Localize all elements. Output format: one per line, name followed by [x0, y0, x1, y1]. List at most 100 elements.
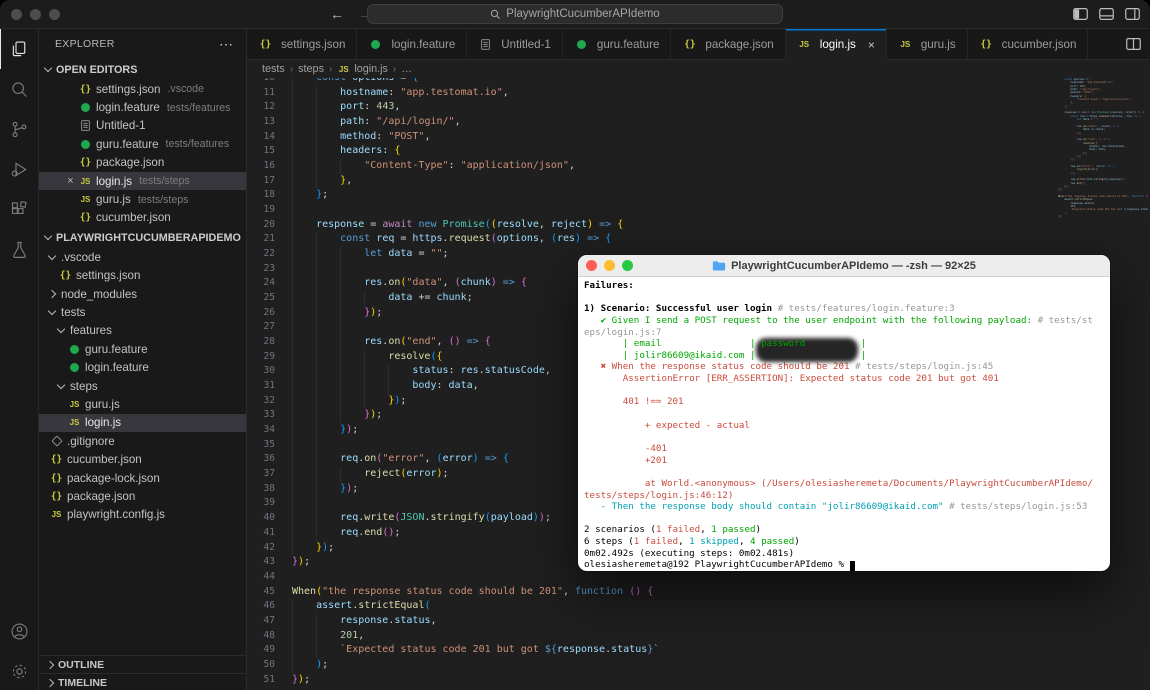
- tree-item-guru.js[interactable]: JSguru.js: [39, 395, 246, 413]
- indent-guide: [292, 438, 316, 453]
- close-window-button[interactable]: [11, 9, 22, 20]
- settings-gear-icon[interactable]: [0, 651, 38, 690]
- tree-item-features[interactable]: features: [39, 322, 246, 340]
- breadcrumb-separator: ›: [329, 64, 332, 75]
- cucumber-icon: [67, 363, 82, 372]
- breadcrumb-item-login.js[interactable]: JSlogin.js: [337, 63, 388, 75]
- source-control-icon[interactable]: [0, 109, 38, 149]
- workspace-root-header[interactable]: PLAYWRIGHTCUCUMBERAPIDEMO: [39, 227, 246, 248]
- line-number: 28: [247, 335, 275, 350]
- tree-item-login.js[interactable]: JSlogin.js: [39, 414, 246, 432]
- open-editor-guru.js[interactable]: JSguru.jstests/steps: [39, 190, 246, 208]
- tree-item-.vscode[interactable]: .vscode: [39, 248, 246, 266]
- open-editor-cucumber.json[interactable]: {}cucumber.json: [39, 209, 246, 227]
- tree-item-login.feature[interactable]: login.feature: [39, 358, 246, 376]
- open-editor-guru.feature[interactable]: guru.featuretests/features: [39, 135, 246, 153]
- terminal-line: [584, 513, 1104, 525]
- code-line: 21 const req = https.request(options, (r…: [247, 232, 1150, 247]
- indent-guide: [340, 320, 364, 335]
- tree-item-.gitignore[interactable]: .gitignore: [39, 432, 246, 450]
- line-number: 22: [247, 247, 275, 262]
- open-editor-Untitled-1[interactable]: Untitled-1: [39, 117, 246, 135]
- command-center-search[interactable]: PlaywrightCucumberAPIdemo: [367, 4, 783, 24]
- tree-item-playwright.config.js[interactable]: JSplaywright.config.js: [39, 506, 246, 524]
- toggle-panel-icon[interactable]: [1099, 8, 1114, 20]
- toggle-secondary-sidebar-icon[interactable]: [1125, 8, 1140, 20]
- run-debug-icon[interactable]: [0, 149, 38, 189]
- minimize-window-button[interactable]: [30, 9, 41, 20]
- tree-item-settings.json[interactable]: {}settings.json: [39, 267, 246, 285]
- extensions-icon[interactable]: [0, 189, 38, 229]
- minimap[interactable]: const options = { hostname: "app.testoma…: [1058, 78, 1148, 218]
- tab-package.json[interactable]: {}package.json: [671, 29, 785, 59]
- open-editors-header[interactable]: OPEN EDITORS: [39, 59, 246, 80]
- tab-cucumber.json[interactable]: {}cucumber.json: [968, 29, 1089, 59]
- indent-guide: [316, 614, 340, 629]
- cucumber-icon: [368, 40, 383, 49]
- open-editor-settings.json[interactable]: {}settings.json.vscode: [39, 80, 246, 98]
- toggle-primary-sidebar-icon[interactable]: [1073, 8, 1088, 20]
- breadcrumb-separator: ›: [290, 64, 293, 75]
- breadcrumb-item-steps[interactable]: steps: [298, 63, 324, 75]
- open-editor-login.js[interactable]: ×JSlogin.jstests/steps: [39, 172, 246, 190]
- tree-item-package.json[interactable]: {}package.json: [39, 487, 246, 505]
- tree-item-steps[interactable]: steps: [39, 377, 246, 395]
- tab-settings.json[interactable]: {}settings.json: [247, 29, 357, 59]
- cucumber-icon: [67, 345, 82, 354]
- line-number: 34: [247, 423, 275, 438]
- terminal-line: eps/login.js:7: [584, 327, 1104, 339]
- tab-login.js[interactable]: JSlogin.js×: [786, 29, 887, 60]
- breadcrumb-item-tests[interactable]: tests: [262, 63, 285, 75]
- tree-item-label: package.json: [67, 490, 135, 503]
- tree-item-guru.feature[interactable]: guru.feature: [39, 340, 246, 358]
- close-icon[interactable]: ×: [868, 38, 875, 52]
- terminal-window: PlaywrightCucumberAPIdemo — -zsh — 92×25…: [578, 255, 1110, 571]
- indent-guide: [316, 643, 340, 658]
- code-line: 14 method: "POST",: [247, 130, 1150, 145]
- tree-item-node_modules[interactable]: node_modules: [39, 285, 246, 303]
- outline-section-header[interactable]: OUTLINE: [39, 655, 246, 673]
- terminal-output[interactable]: Failures:1) Scenario: Successful user lo…: [578, 277, 1110, 571]
- zoom-window-button[interactable]: [49, 9, 60, 20]
- tree-item-tests[interactable]: tests: [39, 303, 246, 321]
- tab-guru.feature[interactable]: guru.feature: [563, 29, 672, 59]
- timeline-section-header[interactable]: TIMELINE: [39, 673, 246, 690]
- line-number: 51: [247, 673, 275, 688]
- tree-item-package-lock.json[interactable]: {}package-lock.json: [39, 469, 246, 487]
- open-editor-package.json[interactable]: {}package.json: [39, 154, 246, 172]
- code-line: 12 port: 443,: [247, 100, 1150, 115]
- code-line: 46 assert.strictEqual(: [247, 599, 1150, 614]
- terminal-title-bar[interactable]: PlaywrightCucumberAPIdemo — -zsh — 92×25: [578, 255, 1110, 277]
- line-number: 37: [247, 467, 275, 482]
- indent-guide: [316, 511, 340, 526]
- json-icon: {}: [58, 270, 73, 281]
- close-icon[interactable]: ×: [63, 175, 78, 187]
- indent-guide: [316, 364, 340, 379]
- tab-guru.js[interactable]: JSguru.js: [887, 29, 968, 59]
- explorer-icon[interactable]: [0, 29, 38, 69]
- line-number: 45: [247, 585, 275, 600]
- open-editor-login.feature[interactable]: login.featuretests/features: [39, 98, 246, 116]
- file-icon: [478, 39, 493, 50]
- breadcrumb-item-…[interactable]: …: [401, 63, 412, 75]
- tree-item-cucumber.json[interactable]: {}cucumber.json: [39, 450, 246, 468]
- open-editor-path: .vscode: [167, 83, 204, 95]
- indent-guide: [316, 115, 340, 130]
- chevron-right-icon: [46, 678, 54, 686]
- split-editor-icon[interactable]: [1126, 38, 1141, 50]
- explorer-actions-icon[interactable]: ⋯: [219, 36, 234, 53]
- tab-Untitled-1[interactable]: Untitled-1: [467, 29, 563, 59]
- indent-guide: [292, 526, 316, 541]
- search-icon[interactable]: [0, 69, 38, 109]
- indent-guide: [292, 320, 316, 335]
- line-number: 32: [247, 394, 275, 409]
- indent-guide: [292, 218, 316, 233]
- testing-icon[interactable]: [0, 229, 38, 269]
- chevron-down-icon: [48, 307, 56, 315]
- navigate-back-icon[interactable]: ←: [330, 6, 344, 22]
- account-icon[interactable]: [0, 611, 38, 651]
- code-line: 47 response.status,: [247, 614, 1150, 629]
- indent-guide: [388, 379, 412, 394]
- tab-login.feature[interactable]: login.feature: [357, 29, 467, 59]
- indent-guide: [316, 335, 340, 350]
